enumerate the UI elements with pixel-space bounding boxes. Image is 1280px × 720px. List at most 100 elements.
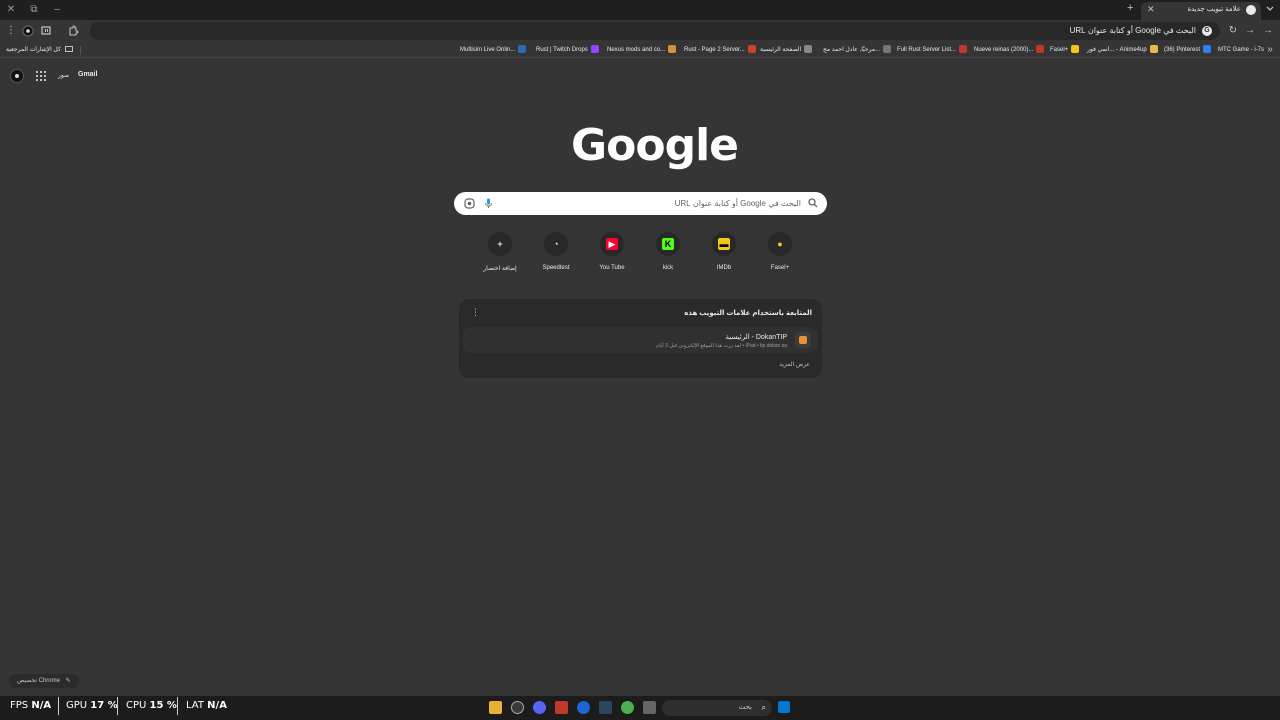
bookmark-label: Rust - Page 2 Server... [684, 47, 745, 53]
bookmarks-overflow-icon[interactable]: » [1264, 44, 1276, 56]
steam-alt-icon[interactable] [511, 701, 524, 714]
twitch-drops-icon [590, 45, 599, 54]
bookmark-item[interactable]: Multisim Live Onlin... [460, 45, 527, 56]
search-icon [808, 198, 818, 208]
search-input[interactable]: البحث في Google أو كتابة عنوان URL [675, 199, 801, 208]
bookmarks-divider [80, 46, 81, 55]
search-box[interactable]: البحث في Google أو كتابة عنوان URL [454, 192, 827, 215]
voice-search-icon[interactable] [484, 198, 493, 209]
shortcut-kick[interactable]: K kick [640, 232, 696, 276]
search-icon: ⌕ [761, 703, 766, 712]
bookmark-label: MTC Game - i-7s [1218, 47, 1265, 53]
fps-readout: FPS N/A [10, 700, 51, 711]
bookmark-item[interactable]: Nexus mods and co... [607, 45, 677, 56]
shortcut-tile[interactable]: ▶ [600, 232, 624, 256]
toolbar: ⋮ ☆ البحث في Google أو كتابة عنوان URL G… [0, 20, 1280, 42]
pinterest-icon [1203, 45, 1212, 54]
tab-search-icon[interactable] [1265, 4, 1275, 14]
app-red-icon[interactable] [555, 701, 568, 714]
shortcut-tile[interactable]: K [656, 232, 680, 256]
tab-resumption-card: ⋮ المتابعة باستخدام علامات التبويب هذه D… [459, 299, 822, 378]
pencil-icon: ✎ [65, 678, 71, 684]
shortcut-label: IMDb [716, 265, 732, 271]
extension-twitch-icon[interactable] [40, 25, 52, 37]
back-arrow-icon[interactable]: → [1262, 25, 1274, 37]
shortcut-imdb[interactable]: ▬ IMDb [696, 232, 752, 276]
customize-chrome-button[interactable]: تخصيص Chrome ✎ [9, 674, 79, 688]
dokantip-favicon-icon [795, 332, 811, 348]
google-lens-icon[interactable] [464, 198, 475, 209]
taskbar-search[interactable]: بحث ⌕ [662, 700, 772, 716]
omnibox-text[interactable]: البحث في Google أو كتابة عنوان URL [1070, 26, 1196, 35]
shortcut-tile[interactable]: ▬ [712, 232, 736, 256]
resume-item-title: DokanTIP - الرئيسية [725, 334, 787, 341]
bookmark-item[interactable]: مرحبًا, عادل احمد مج... [823, 45, 892, 56]
images-link[interactable]: صور [58, 72, 69, 79]
shortcut-label: You Tube [599, 265, 625, 271]
tab-strip: ✕ ⧉ – + ✕ علامة تبويب جديدة [0, 0, 1280, 20]
bookmark-item[interactable]: الصفحة الرئيسية [760, 45, 813, 56]
lat-label: LAT [186, 700, 204, 711]
bookmark-label: (36) Pinterest [1164, 47, 1201, 53]
shortcut-add[interactable]: + إضافة اختصار [472, 232, 528, 276]
shortcut-youtube[interactable]: ▶ You Tube [584, 232, 640, 276]
shortcut-tile[interactable]: + [488, 232, 512, 256]
task-view-icon[interactable] [643, 701, 656, 714]
bookmark-label: الصفحة الرئيسية [760, 47, 802, 53]
bookmark-label: Nueve reinas (2000)... [974, 47, 1034, 53]
card-menu-icon[interactable]: ⋮ [471, 307, 480, 318]
extensions-puzzle-icon[interactable] [67, 25, 79, 37]
shortcut-label: kick [662, 265, 674, 271]
tab-new-tab[interactable]: ✕ علامة تبويب جديدة [1141, 2, 1261, 20]
steam-icon[interactable] [599, 701, 612, 714]
all-bookmarks-label: كل الإشارات المرجعية [6, 47, 61, 53]
account-avatar[interactable] [10, 69, 24, 83]
bookmark-item[interactable]: Full Rust Server List... [897, 45, 968, 56]
bookmark-label: Fasel+ [1050, 47, 1069, 53]
bookmark-label: Rust | Twitch Drops [536, 47, 588, 53]
bookmark-item[interactable]: انمي فور... - Anime4up [1087, 45, 1158, 56]
windows-start-icon[interactable] [778, 701, 790, 713]
gmail-link[interactable]: Gmail [78, 71, 97, 78]
bookmark-item[interactable]: (36) Pinterest [1164, 45, 1212, 56]
resume-tab-item[interactable]: DokanTIP - الرئيسية iPad • tip.dokan.sa … [463, 327, 818, 353]
shortcut-speedtest[interactable]: ◔ Speedtest [528, 232, 584, 276]
shortcut-tile[interactable]: ● [768, 232, 792, 256]
discord-icon[interactable] [533, 701, 546, 714]
fps-label: FPS [10, 700, 29, 711]
cpu-label: CPU [126, 700, 147, 711]
file-explorer-icon[interactable] [489, 701, 502, 714]
minimize-window-icon[interactable]: – [50, 3, 64, 17]
show-more-link[interactable]: عرض المزيد [779, 361, 810, 368]
bookmark-item[interactable]: Rust - Page 2 Server... [684, 45, 756, 56]
reload-icon[interactable]: ↻ [1227, 25, 1239, 37]
tab-close-icon[interactable]: ✕ [1147, 4, 1155, 15]
bookmark-item[interactable]: Rust | Twitch Drops [536, 45, 599, 56]
restore-window-icon[interactable]: ⧉ [27, 3, 41, 17]
overlay-divider [117, 697, 118, 715]
bookmarks-bar: كل الإشارات المرجعية Multisim Live Onlin… [0, 42, 1280, 58]
google-g-icon: G [1202, 26, 1212, 36]
google-logo: Google [571, 120, 739, 171]
app-blue-icon[interactable] [577, 701, 590, 714]
close-window-icon[interactable]: ✕ [4, 3, 18, 17]
bookmark-item[interactable]: Nueve reinas (2000)... [974, 45, 1045, 56]
bookmark-item[interactable]: Fasel+ [1050, 45, 1080, 56]
taskbar-search-label: بحث [738, 704, 752, 711]
bookmark-label: Full Rust Server List... [897, 47, 957, 53]
forward-arrow-icon[interactable]: → [1244, 25, 1256, 37]
chrome-taskbar-icon[interactable] [621, 701, 634, 714]
bookmark-item[interactable]: MTC Game - i-7s [1218, 45, 1264, 56]
new-tab-button[interactable]: + [1127, 2, 1133, 14]
rust-server-list-icon [959, 45, 968, 54]
google-apps-icon[interactable] [36, 71, 46, 81]
shortcut-fasel[interactable]: ● Fasel+ [752, 232, 808, 276]
shortcut-tile[interactable]: ◔ [544, 232, 568, 256]
home-page-icon [804, 45, 813, 54]
cpu-readout: CPU 15 % [126, 700, 177, 711]
all-bookmarks-button[interactable]: كل الإشارات المرجعية [6, 45, 74, 56]
chrome-menu-icon[interactable]: ⋮ [5, 25, 17, 37]
fasel-icon: ● [777, 239, 783, 249]
omnibox[interactable]: البحث في Google أو كتابة عنوان URL G [90, 22, 1220, 40]
profile-icon[interactable] [22, 25, 34, 37]
